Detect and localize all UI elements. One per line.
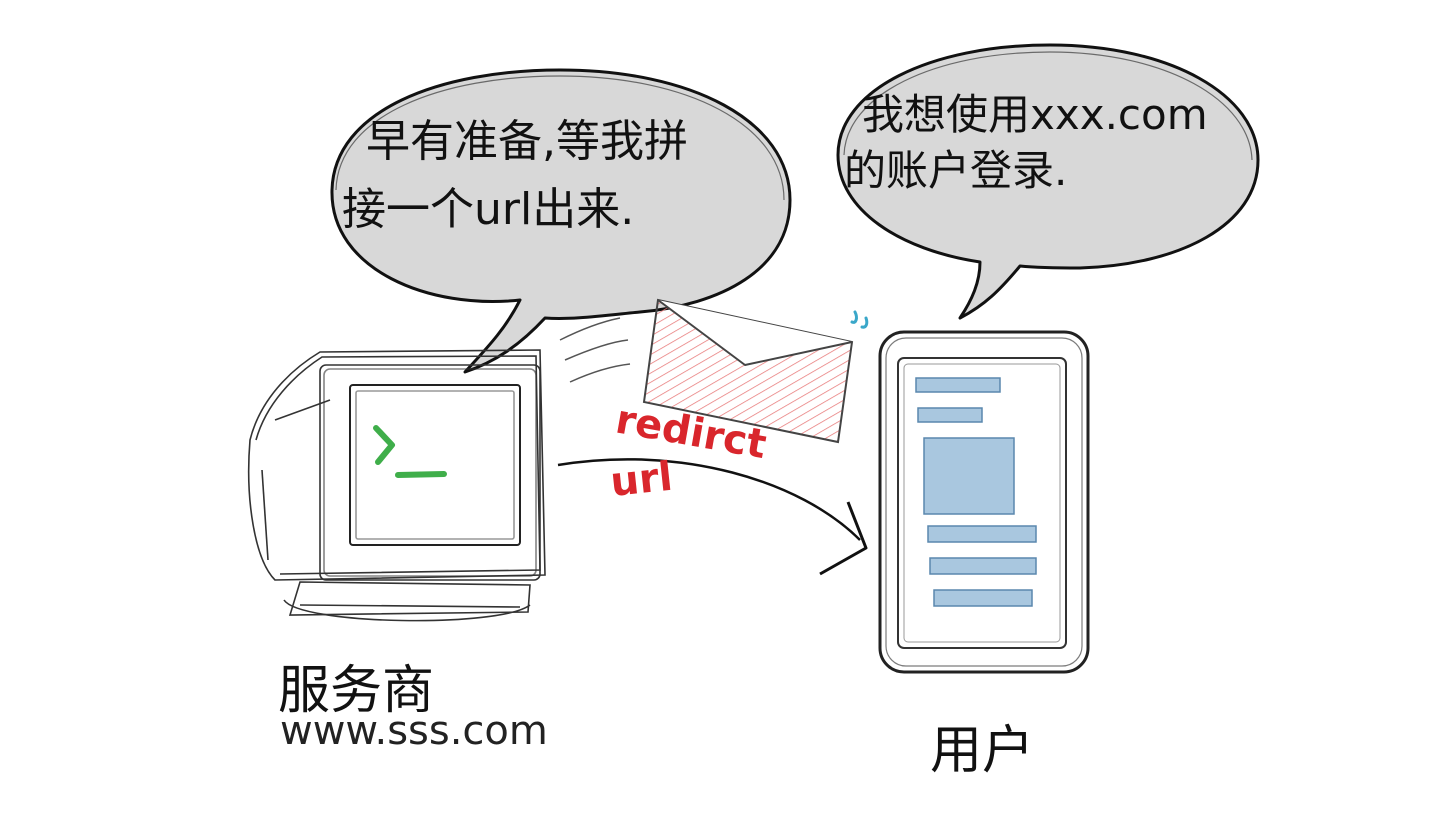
redirect-arrow <box>557 458 868 576</box>
motion-lines <box>559 317 631 383</box>
terminal-prompt-icon <box>373 425 447 478</box>
computer-monitor-icon <box>247 349 546 622</box>
sso-redirect-illustration: redirct url <box>247 43 1260 674</box>
arrow-label-line2: url <box>608 454 674 506</box>
user-name-label: 用户 <box>930 721 1035 781</box>
server-speech-line2: 接一个url出来. <box>342 184 635 235</box>
server-domain-label: www.sss.com <box>280 708 548 754</box>
server-speech-line1: 早有准备,等我拼 <box>366 116 688 167</box>
user-speech-line1: 我想使用xxx.com <box>862 90 1208 139</box>
user-speech-line2: 的账户登录. <box>844 146 1068 195</box>
